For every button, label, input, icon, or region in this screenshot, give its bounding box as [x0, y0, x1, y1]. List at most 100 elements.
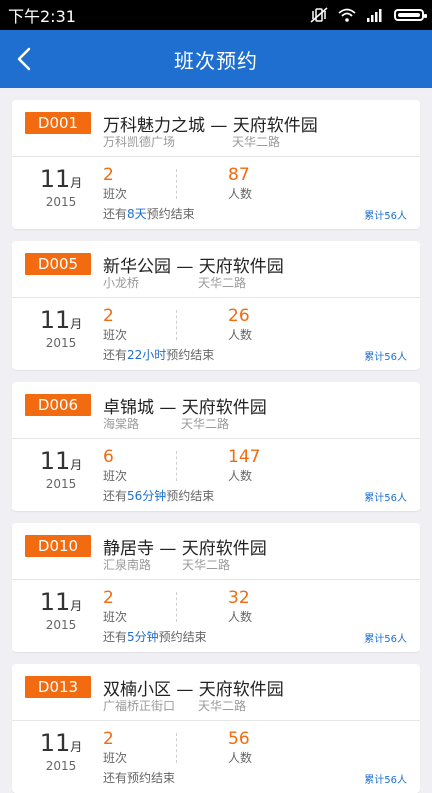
remaining-suffix: 预约结束 [166, 489, 215, 503]
route-list: D001 万科魅力之城 — 天府软件园 万科凯德广场 天华二路 11月 2015… [0, 88, 432, 793]
remaining-prefix: 还有 [103, 630, 128, 644]
trips-stat: 2 班次 [103, 165, 127, 202]
month: 11 [39, 729, 71, 757]
people-stat: 26 人数 [228, 306, 252, 343]
remaining-time-text: 还有8天预约结束 [103, 205, 195, 222]
remaining-prefix: 还有 [103, 489, 128, 503]
page-title: 班次预约 [174, 48, 258, 73]
month-unit: 月 [70, 740, 83, 754]
year: 2015 [45, 336, 77, 350]
remaining-suffix: 预约结束 [166, 348, 215, 362]
trips-stat: 2 班次 [103, 729, 127, 766]
remaining-time-text: 还有56分钟预约结束 [103, 487, 214, 504]
card-body: 11月 2015 2 班次 32 人数 还有5分钟预约结束 累计56人 [12, 580, 420, 652]
trips-label: 班次 [103, 610, 128, 624]
year: 2015 [45, 759, 77, 773]
people-value: 147 [228, 447, 261, 467]
route-code-badge: D005 [25, 253, 91, 275]
month: 11 [39, 447, 71, 475]
trips-stat: 2 班次 [103, 588, 127, 625]
total-count: 累计56人 [364, 493, 407, 504]
month-unit: 月 [70, 458, 83, 472]
people-stat: 87 人数 [228, 165, 252, 202]
stat-divider [176, 592, 177, 622]
remaining-time: 5分钟 [127, 630, 159, 644]
people-label: 人数 [228, 328, 253, 342]
card-header: D013 双楠小区 — 天府软件园 广福桥正街口 天华二路 [12, 664, 420, 721]
status-bar: 下午2:31 [0, 0, 432, 30]
route-card[interactable]: D010 静居寺 — 天府软件园 汇泉南路 天华二路 11月 2015 2 班次… [12, 523, 420, 652]
people-stat: 147 人数 [228, 447, 260, 484]
remaining-prefix: 还有 [103, 207, 128, 221]
total-count: 累计56人 [364, 352, 407, 363]
people-stat: 56 人数 [228, 729, 252, 766]
stat-divider [176, 451, 177, 481]
battery-icon [394, 9, 427, 21]
remaining-prefix: 还有 [103, 771, 128, 785]
departure-stop: 广福桥正街口 [103, 699, 176, 713]
month: 11 [39, 588, 71, 616]
trips-value: 2 [103, 588, 114, 608]
people-label: 人数 [228, 610, 253, 624]
stat-divider [176, 310, 177, 340]
card-header: D010 静居寺 — 天府软件园 汇泉南路 天华二路 [12, 523, 420, 580]
date-block: 11月 2015 [36, 588, 86, 632]
arrival-stop: 天华二路 [182, 558, 231, 572]
back-button[interactable] [16, 30, 56, 88]
trips-stat: 2 班次 [103, 306, 127, 343]
status-icons [310, 7, 427, 23]
remaining-time-text: 还有预约结束 [103, 769, 175, 786]
wifi-icon [338, 8, 356, 22]
route-card[interactable]: D005 新华公园 — 天府软件园 小龙桥 天华二路 11月 2015 2 班次… [12, 241, 420, 370]
stat-divider [176, 733, 177, 763]
status-time: 下午2:31 [8, 7, 76, 26]
people-label: 人数 [228, 469, 253, 483]
people-value: 87 [228, 165, 250, 185]
remaining-time: 8天 [127, 207, 147, 221]
date-block: 11月 2015 [36, 165, 86, 209]
year: 2015 [45, 477, 77, 491]
route-code-badge: D006 [25, 394, 91, 416]
route-code-badge: D001 [25, 112, 91, 134]
year: 2015 [45, 195, 77, 209]
departure-stop: 万科凯德广场 [103, 135, 176, 149]
remaining-time-text: 还有5分钟预约结束 [103, 628, 207, 645]
app-header: 班次预约 [0, 30, 432, 88]
route-card[interactable]: D001 万科魅力之城 — 天府软件园 万科凯德广场 天华二路 11月 2015… [12, 100, 420, 229]
card-body: 11月 2015 2 班次 56 人数 还有预约结束 累计56人 [12, 721, 420, 793]
signal-icon [367, 9, 382, 22]
stat-divider [176, 169, 177, 199]
route-code-badge: D013 [25, 676, 91, 698]
month: 11 [39, 165, 71, 193]
card-body: 11月 2015 2 班次 87 人数 还有8天预约结束 累计56人 [12, 157, 420, 229]
trips-label: 班次 [103, 187, 128, 201]
trips-value: 2 [103, 729, 114, 749]
month-unit: 月 [70, 599, 83, 613]
trips-value: 6 [103, 447, 114, 467]
trips-label: 班次 [103, 328, 128, 342]
total-count: 累计56人 [364, 634, 407, 645]
month-unit: 月 [70, 176, 83, 190]
people-label: 人数 [228, 751, 253, 765]
total-count: 累计56人 [364, 775, 407, 786]
route-card[interactable]: D006 卓锦城 — 天府软件园 海棠路 天华二路 11月 2015 6 班次 … [12, 382, 420, 511]
remaining-suffix: 预约结束 [127, 771, 176, 785]
trips-stat: 6 班次 [103, 447, 127, 484]
remaining-suffix: 预约结束 [158, 630, 207, 644]
trips-value: 2 [103, 306, 114, 326]
month-unit: 月 [70, 317, 83, 331]
people-value: 32 [228, 588, 250, 608]
route-code-badge: D010 [25, 535, 91, 557]
remaining-time: 22小时 [127, 348, 167, 362]
route-card[interactable]: D013 双楠小区 — 天府软件园 广福桥正街口 天华二路 11月 2015 2… [12, 664, 420, 793]
people-label: 人数 [228, 187, 253, 201]
departure-stop: 小龙桥 [103, 276, 140, 290]
people-value: 56 [228, 729, 250, 749]
people-value: 26 [228, 306, 250, 326]
month: 11 [39, 306, 71, 334]
remaining-time: 56分钟 [127, 489, 167, 503]
total-count: 累计56人 [364, 211, 407, 222]
remaining-time-text: 还有22小时预约结束 [103, 346, 214, 363]
chevron-left-icon [17, 47, 31, 71]
arrival-stop: 天华二路 [198, 276, 247, 290]
